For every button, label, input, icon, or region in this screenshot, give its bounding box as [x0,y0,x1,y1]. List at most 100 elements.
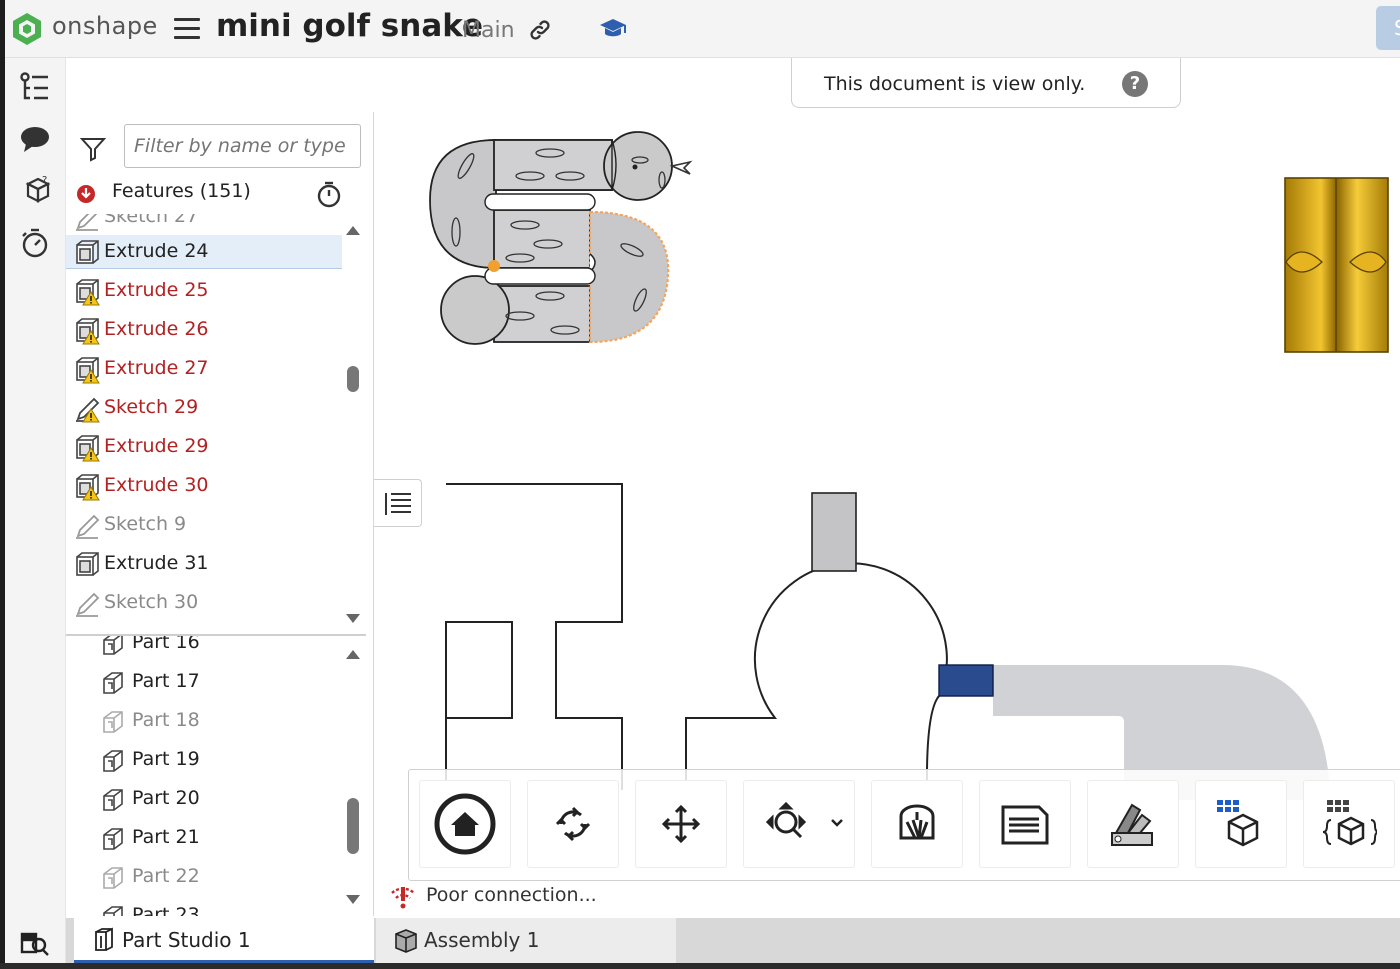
link-icon[interactable] [528,18,552,42]
rotate-icon [555,806,591,842]
view-cube-button[interactable] [871,780,963,868]
sketch-icon [74,512,100,540]
part-item-label: Part 21 [132,826,200,848]
part-icon [100,636,126,658]
document-title: mini golf snake [216,8,484,44]
tab-part-studio[interactable]: Part Studio 1 [74,918,374,963]
part-item[interactable]: Part 16 [66,636,342,660]
branch-label[interactable]: Main [462,18,515,43]
filter-icon[interactable] [79,136,107,162]
named-views-icon [1001,805,1049,845]
part-item[interactable]: Part 23 [66,899,342,916]
part-item[interactable]: Part 22 [66,860,342,894]
feature-item[interactable]: Extrude 30 [66,469,342,503]
feature-item[interactable]: Extrude 24 [66,235,342,269]
feature-item-label: Sketch 29 [104,396,199,418]
part-icon [100,903,126,916]
sketch-warning-icon [74,395,100,423]
part-item[interactable]: Part 21 [66,821,342,855]
help-icon[interactable]: ? [1122,71,1148,97]
part-item[interactable]: Part 20 [66,782,342,816]
list-collapse-icon [385,493,411,515]
education-cap-icon[interactable] [598,15,628,43]
part-icon [100,786,126,814]
configurations-button[interactable] [1303,780,1395,868]
part-item-label: Part 16 [132,636,200,653]
part-icon [100,747,126,775]
onshape-logo-icon[interactable] [12,12,42,46]
parts-scrollbar-thumb[interactable] [347,798,359,854]
feature-item-label: Extrude 31 [104,552,209,574]
feature-item[interactable]: Extrude 29 [66,430,342,464]
part-item-label: Part 19 [132,748,200,770]
features-header[interactable]: Features (151) [76,178,366,208]
rollback-arrow-icon[interactable] [76,184,96,204]
feature-item-label: Extrude 26 [104,318,209,340]
part-item[interactable]: Part 18 [66,704,342,738]
feature-scroll-down-icon[interactable] [346,614,360,623]
appearance-swatch-icon [1111,803,1153,846]
hamburger-menu-icon[interactable] [174,18,200,40]
extrude-warning-icon [74,317,100,345]
part-icon [100,864,126,892]
document-tabs: Part Studio 1 Assembly 1 [66,918,1400,963]
comments-icon[interactable] [18,122,52,156]
part-item-label: Part 23 [132,904,200,916]
display-states-button[interactable] [1195,780,1287,868]
feature-item[interactable]: Extrude 27 [66,352,342,386]
view-only-text: This document is view only. [824,73,1086,95]
feature-scroll-up-icon[interactable] [346,226,360,235]
gold-part[interactable] [1284,177,1389,353]
feature-item-label: Extrude 30 [104,474,209,496]
feature-item[interactable]: Extrude 25 [66,274,342,308]
feature-item-label: Extrude 25 [104,279,209,301]
extrude-warning-icon [74,278,100,306]
display-states-icon [1217,800,1259,847]
assembly-icon [392,926,420,954]
rotate-button[interactable] [527,780,619,868]
part-icon [100,825,126,853]
filter-input[interactable] [124,124,361,168]
parts-scroll-down-icon[interactable] [346,895,360,904]
part-item[interactable]: Part 17 [66,665,342,699]
sketch-outlines[interactable] [445,483,948,791]
feature-list-icon[interactable] [18,70,52,104]
zoom-icon [765,801,843,839]
pan-icon [661,804,701,844]
snake-model[interactable] [429,131,693,345]
view-only-notice: This document is view only. ? [791,58,1181,108]
feature-item[interactable]: Sketch 9 [66,508,342,542]
part-item[interactable]: Part 19 [66,743,342,777]
feature-item-label: Extrude 29 [104,435,209,457]
home-icon [434,793,496,855]
share-button[interactable]: S [1376,6,1400,50]
tab-assembly[interactable]: Assembly 1 [376,918,676,963]
collapse-panel-button[interactable] [374,479,422,527]
named-views-button[interactable] [979,780,1071,868]
grey-post[interactable] [811,492,857,572]
poor-connection-icon [388,883,418,911]
features-count-label: Features (151) [112,180,251,202]
part-item-label: Part 20 [132,787,200,809]
appearance-button[interactable] [1087,780,1179,868]
pan-button[interactable] [635,780,727,868]
extrude-warning-icon [74,356,100,384]
search-tabs-icon[interactable] [20,930,50,958]
home-view-button[interactable] [419,780,511,868]
feature-item[interactable]: Extrude 26 [66,313,342,347]
feature-item[interactable]: Sketch 29 [66,391,342,425]
stopwatch-icon[interactable] [316,180,342,208]
selected-face[interactable] [938,664,994,697]
parts-visibility-icon[interactable]: ? [18,174,52,208]
part-studio-icon [90,926,118,954]
left-toolbar: ? [0,58,66,964]
feature-item[interactable]: Sketch 30 [66,586,342,620]
sketch-icon [74,214,100,232]
parts-scroll-up-icon[interactable] [346,650,360,659]
performance-timer-icon[interactable] [18,226,52,260]
part-icon [100,669,126,697]
zoom-button[interactable] [743,780,855,868]
feature-item[interactable]: Extrude 31 [66,547,342,581]
feature-item-partial[interactable]: Sketch 27 [66,214,342,234]
feature-scrollbar-thumb[interactable] [347,366,359,392]
